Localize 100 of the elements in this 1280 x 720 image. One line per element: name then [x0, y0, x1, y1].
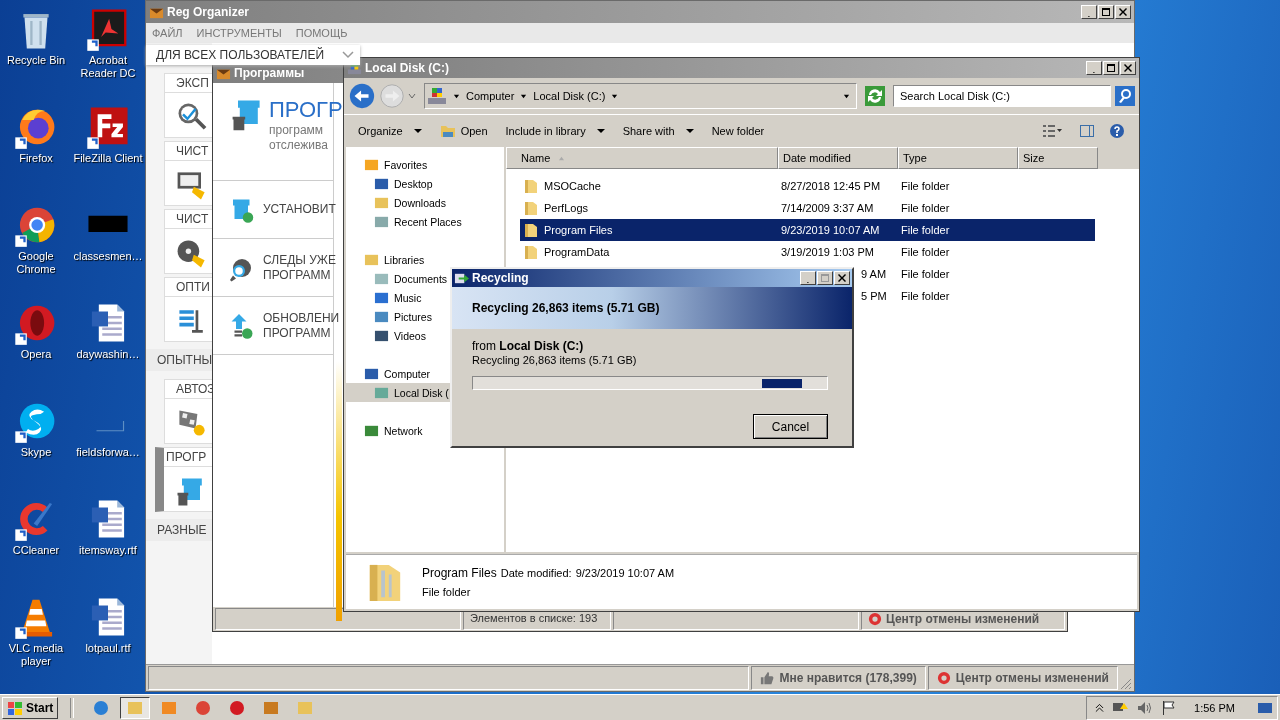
file-name: ProgramData	[544, 246, 610, 258]
desktop-icon-label[interactable]: CCleaner	[0, 544, 72, 557]
desktop-icon-label[interactable]: Recycle Bin	[0, 54, 72, 67]
scope-dropdown[interactable]: ДЛЯ ВСЕХ ПОЛЬЗОВАТЕЛЕЙ	[146, 45, 360, 65]
maximize-button[interactable]	[1103, 61, 1119, 75]
help-icon[interactable]	[1109, 123, 1125, 139]
breadcrumb-item[interactable]: Computer	[466, 90, 515, 102]
column-header[interactable]: Type	[898, 147, 1018, 169]
close-button[interactable]	[1120, 61, 1136, 75]
minimize-icon	[1086, 13, 1092, 17]
section-heading: РАЗНЫЕ	[146, 519, 212, 541]
toolbar-button[interactable]: Organize	[352, 122, 428, 140]
caret-icon[interactable]	[843, 92, 850, 100]
thumbs-up-icon	[760, 671, 775, 685]
section-description: программ отслежива	[269, 123, 329, 153]
desktop-icon-label[interactable]: FileZilla Client	[72, 152, 144, 165]
desktop-icon-label[interactable]: Google Chrome	[0, 250, 72, 276]
column-header[interactable]: Name	[506, 147, 778, 169]
sort-arrow-icon	[558, 155, 566, 161]
chevron-up-icon[interactable]	[1095, 702, 1105, 713]
detail-label: Date modified:	[500, 567, 572, 579]
search-field[interactable]: Search Local Disk (C:)	[893, 85, 1111, 107]
desktop-icon-label[interactable]: itemsway.rtf	[72, 544, 144, 557]
view-options-icon[interactable]	[1041, 123, 1063, 139]
menu-item[interactable]: ФАЙЛ	[152, 27, 183, 39]
tool-card[interactable]: ПРОГР	[155, 447, 212, 512]
file-row[interactable]: ProgramData 3/19/2019 1:03 PM File folder	[520, 241, 1095, 263]
flag-icon[interactable]	[1160, 699, 1177, 716]
close-button[interactable]	[834, 271, 850, 285]
caret-icon[interactable]	[453, 92, 460, 100]
desktop-icon-label[interactable]: Acrobat Reader DC	[72, 54, 144, 80]
desktop-icon-label[interactable]: VLC media player	[0, 642, 72, 668]
caret-icon	[413, 127, 422, 135]
address-bar[interactable]: Computer Local Disk (C:)	[424, 83, 857, 109]
tool-card[interactable]: ЧИСТ	[164, 141, 212, 206]
date-modified: 8/27/2018 12:45 PM	[780, 180, 882, 192]
toolbar-button[interactable]: Open	[433, 120, 494, 142]
minimize-icon	[1091, 69, 1097, 73]
nav-item[interactable]: Favorites	[346, 155, 504, 174]
file-name: MSOCache	[544, 180, 601, 192]
nav-item[interactable]: Downloads	[346, 193, 504, 212]
column-header[interactable]: Size	[1018, 147, 1098, 169]
window-title: Recycling	[472, 271, 529, 285]
nav-item[interactable]: Desktop	[346, 174, 504, 193]
tool-card[interactable]: ОПТИ	[164, 277, 212, 342]
desktop-icon-label[interactable]: Opera	[0, 348, 72, 361]
menu-item[interactable]: ПОМОЩЬ	[295, 27, 348, 39]
menu-item[interactable]: ИНСТРУМЕНТЫ	[196, 27, 282, 39]
desktop-icon-label[interactable]: Firefox	[0, 152, 72, 165]
refresh-button[interactable]	[865, 86, 885, 106]
menu-item[interactable]: СЛЕДЫ УЖЕ ПРОГРАММ	[263, 252, 336, 283]
menu-item[interactable]: ОБНОВЛЕНИ ПРОГРАММ	[263, 310, 340, 341]
file-row[interactable]: MSOCache 8/27/2018 12:45 PM File folder	[520, 175, 1095, 197]
file-type: File folder	[901, 290, 951, 302]
toolbar-button[interactable]: Share with	[616, 122, 700, 140]
breadcrumb-item[interactable]: Local Disk (C:)	[533, 90, 606, 102]
maximize-button[interactable]	[1098, 5, 1114, 19]
date-modified: 9 AM	[861, 268, 888, 280]
back-button[interactable]	[348, 82, 376, 110]
filezilla-icon[interactable]	[85, 104, 131, 150]
window-title: Программы	[234, 66, 305, 80]
minimize-button[interactable]	[800, 271, 816, 285]
desktop-icon-label[interactable]: fieldsforwa…	[72, 446, 144, 459]
resize-grip-icon[interactable]	[1120, 678, 1132, 690]
cancel-button[interactable]: Cancel	[753, 414, 828, 439]
desktop-icon-label[interactable]: classesmen…	[72, 250, 144, 263]
date-modified: 3/19/2019 1:03 PM	[780, 246, 875, 258]
file-name: Program Files	[544, 224, 613, 236]
close-icon	[837, 273, 847, 283]
tool-card[interactable]: ЧИСТ	[164, 209, 212, 274]
nav-item[interactable]: Libraries	[346, 250, 504, 269]
start-button[interactable]: Start	[2, 696, 59, 719]
file-type: File folder	[901, 180, 951, 192]
maximize-button[interactable]	[817, 271, 833, 285]
undo-center-button[interactable]: Центр отмены изменений	[927, 666, 1118, 690]
file-row[interactable]: Program Files 9/23/2019 10:07 AM File folder	[520, 219, 1095, 241]
preview-pane-icon[interactable]	[1079, 123, 1095, 139]
menu-item[interactable]: УСТАНОВИТ	[263, 202, 336, 217]
chevron-icon	[342, 51, 354, 59]
desktop-icon-label[interactable]: Skype	[0, 446, 72, 459]
maximize-icon	[1106, 63, 1116, 73]
tool-card[interactable]: ЭКСП	[164, 73, 212, 138]
nav-item[interactable]: Recent Places	[346, 212, 504, 231]
maximize-icon	[1101, 7, 1111, 17]
toolbar-button[interactable]: Include in library	[499, 122, 611, 140]
minimize-button[interactable]	[1081, 5, 1097, 19]
desktop-icon-label[interactable]: daywashin…	[72, 348, 144, 361]
caret-icon[interactable]	[520, 92, 528, 100]
caret-icon[interactable]	[611, 92, 619, 100]
date-modified: 5 PM	[861, 290, 888, 302]
minimize-button[interactable]	[1086, 61, 1102, 75]
desktop-icon-label[interactable]: lotpaul.rtf	[72, 642, 144, 655]
file-row[interactable]: PerfLogs 7/14/2009 3:37 AM File folder	[520, 197, 1095, 219]
taskbar-button[interactable]	[120, 696, 151, 719]
likes-button[interactable]: Мне нравится (178,399)	[751, 666, 926, 690]
maximize-icon	[820, 273, 830, 283]
toolbar-button[interactable]: New folder	[705, 122, 771, 140]
close-button[interactable]	[1115, 5, 1131, 19]
search-button[interactable]	[1115, 86, 1135, 106]
column-header[interactable]: Date modified	[778, 147, 898, 169]
